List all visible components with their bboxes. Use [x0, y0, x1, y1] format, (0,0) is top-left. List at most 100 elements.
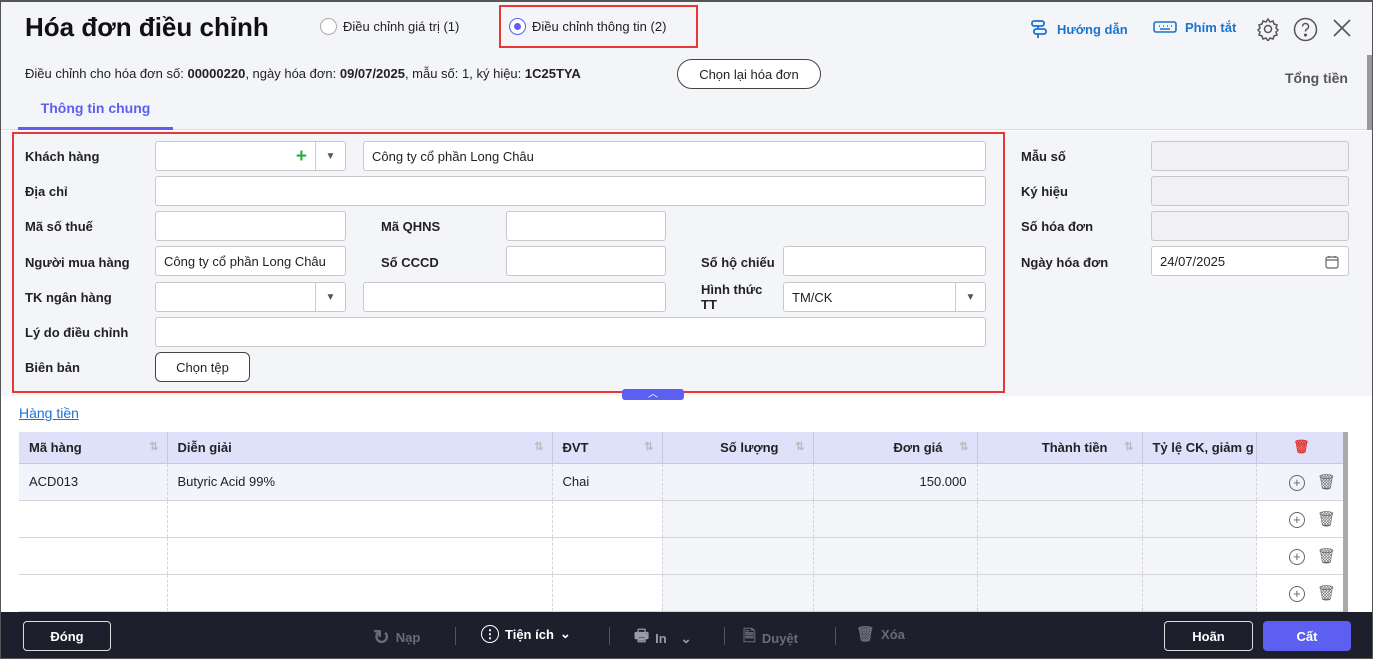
gear-icon[interactable]	[1256, 17, 1280, 41]
customer-name-input[interactable]: Công ty cổ phần Long Châu	[363, 141, 986, 171]
table-cell[interactable]	[813, 574, 978, 612]
column-header[interactable]: Diễn giải ⇅	[167, 432, 553, 464]
column-header[interactable]: Tỷ lệ CK, giảm g	[1142, 432, 1257, 464]
customer-code-combo[interactable]: + ▼	[155, 141, 346, 171]
collapse-toggle[interactable]: ︿	[622, 389, 684, 400]
page-title: Hóa đơn điều chỉnh	[25, 12, 269, 42]
chevron-up-icon: ︿	[648, 389, 658, 400]
reselect-invoice-button[interactable]: Chọn lại hóa đơn	[677, 59, 821, 89]
column-header[interactable]: Đơn giá ⇅	[813, 432, 978, 464]
bank-account-select[interactable]: ▼	[155, 282, 346, 312]
tax-code-input[interactable]	[155, 211, 346, 241]
table-scrollbar[interactable]	[1343, 432, 1348, 612]
tab-general-info[interactable]: Thông tin chung	[18, 100, 173, 130]
table-cell[interactable]	[19, 574, 168, 612]
table-header: Mã hàng ⇅ Diễn giải ⇅ ĐVT ⇅ Số lượng ⇅ Đơn g…	[19, 432, 1346, 464]
add-row-icon[interactable]: +	[1288, 585, 1305, 602]
trash-icon[interactable]: 🗑	[1317, 474, 1336, 491]
utilities-button[interactable]: ⋮ Tiện ích ⌄	[481, 625, 571, 643]
column-header[interactable]: Mã hàng ⇅	[19, 432, 168, 464]
table-cell[interactable]	[662, 574, 814, 612]
column-header[interactable]: Thành tiền ⇅	[977, 432, 1143, 464]
delete-all-icon[interactable]: 🗑	[1293, 439, 1310, 454]
approve-button[interactable]: 🗎 Duyệt	[743, 625, 798, 652]
payment-method-label: Hình thức TT	[701, 282, 763, 312]
close-button[interactable]: Đóng	[23, 621, 111, 651]
table-row[interactable]: + 🗑	[19, 537, 1346, 575]
address-input[interactable]	[155, 176, 986, 206]
add-row-icon[interactable]: +	[1288, 511, 1305, 528]
table-cell[interactable]	[1142, 537, 1257, 575]
radio-adjust-value[interactable]: Điều chỉnh giá trị (1)	[320, 18, 459, 35]
delete-button[interactable]: 🗑 Xóa	[856, 625, 905, 643]
cccd-input[interactable]	[506, 246, 666, 276]
table-cell[interactable]	[977, 537, 1143, 575]
table-cell[interactable]	[167, 500, 553, 538]
passport-label: Số hộ chiếu	[701, 255, 775, 270]
buyer-label: Người mua hàng	[25, 255, 130, 270]
chevron-down-icon[interactable]: ▼	[315, 283, 345, 311]
table-cell[interactable]	[977, 574, 1143, 612]
table-cell[interactable]	[813, 500, 978, 538]
table-cell[interactable]	[19, 537, 168, 575]
payment-method-select[interactable]: TM/CK ▼	[783, 282, 986, 312]
shortcuts-link[interactable]: Phím tắt	[1153, 19, 1236, 35]
table-cell[interactable]	[662, 500, 814, 538]
column-header[interactable]: Số lượng ⇅	[662, 432, 814, 464]
table-row[interactable]: + 🗑	[19, 500, 1346, 538]
table-cell[interactable]	[662, 537, 814, 575]
table-cell[interactable]	[662, 463, 814, 501]
reload-button[interactable]: ↻ Nạp	[373, 625, 420, 650]
invoice-date-input[interactable]: 24/07/2025	[1151, 246, 1349, 276]
add-row-icon[interactable]: +	[1288, 548, 1305, 565]
qhns-input[interactable]	[506, 211, 666, 241]
help-icon[interactable]	[1293, 17, 1318, 42]
cancel-button[interactable]: Hoãn	[1164, 621, 1253, 651]
save-button[interactable]: Cất	[1263, 621, 1351, 651]
reason-input[interactable]	[155, 317, 986, 347]
calendar-icon[interactable]	[1325, 255, 1339, 269]
buyer-input[interactable]: Công ty cổ phần Long Châu	[155, 246, 346, 276]
table-cell[interactable]: 150.000	[813, 463, 978, 501]
table-cell[interactable]	[977, 463, 1143, 501]
table-row[interactable]: + 🗑	[19, 574, 1346, 612]
sort-icon: ⇅	[644, 441, 654, 453]
trash-icon[interactable]: 🗑	[1317, 585, 1336, 602]
chevron-down-icon[interactable]: ▼	[955, 283, 985, 311]
table-cell[interactable]	[167, 537, 553, 575]
guide-link[interactable]: Hướng dẫn	[1029, 19, 1128, 39]
table-cell[interactable]	[552, 537, 663, 575]
divider	[455, 627, 456, 645]
scrollbar[interactable]	[1367, 55, 1373, 130]
column-header[interactable]: ĐVT ⇅	[552, 432, 663, 464]
trash-icon[interactable]: 🗑	[1317, 548, 1336, 565]
bank-name-input[interactable]	[363, 282, 666, 312]
table-cell[interactable]: Chai	[552, 463, 663, 501]
table-row[interactable]: ACD013 Butyric Acid 99% Chai 150.000 + 🗑	[19, 463, 1346, 501]
radio-adjust-info[interactable]: Điều chỉnh thông tin (2)	[509, 18, 666, 35]
table-cell[interactable]	[1142, 500, 1257, 538]
passport-input[interactable]	[783, 246, 986, 276]
choose-file-button[interactable]: Chọn tệp	[155, 352, 250, 382]
table-cell[interactable]: Butyric Acid 99%	[167, 463, 553, 501]
trash-icon[interactable]: 🗑	[1317, 511, 1336, 528]
delete-all-column[interactable]: 🗑	[1256, 432, 1346, 464]
divider	[609, 627, 610, 645]
table-cell[interactable]: ACD013	[19, 463, 168, 501]
table-cell[interactable]	[167, 574, 553, 612]
add-icon[interactable]: +	[296, 146, 307, 168]
table-cell[interactable]	[813, 537, 978, 575]
add-row-icon[interactable]: +	[1288, 474, 1305, 491]
table-cell[interactable]	[977, 500, 1143, 538]
table-cell[interactable]	[1142, 574, 1257, 612]
print-button[interactable]: 🖶 In ⌄	[634, 625, 692, 652]
table-cell[interactable]	[552, 574, 663, 612]
table-cell[interactable]	[19, 500, 168, 538]
table-cell[interactable]	[1142, 463, 1257, 501]
chevron-down-icon[interactable]: ▼	[315, 142, 345, 170]
table-cell[interactable]	[552, 500, 663, 538]
invoice-date-label: Ngày hóa đơn	[1021, 255, 1109, 270]
close-icon[interactable]	[1332, 18, 1352, 38]
cccd-label: Số CCCD	[381, 255, 439, 270]
items-section-link[interactable]: Hàng tiền	[19, 405, 79, 421]
